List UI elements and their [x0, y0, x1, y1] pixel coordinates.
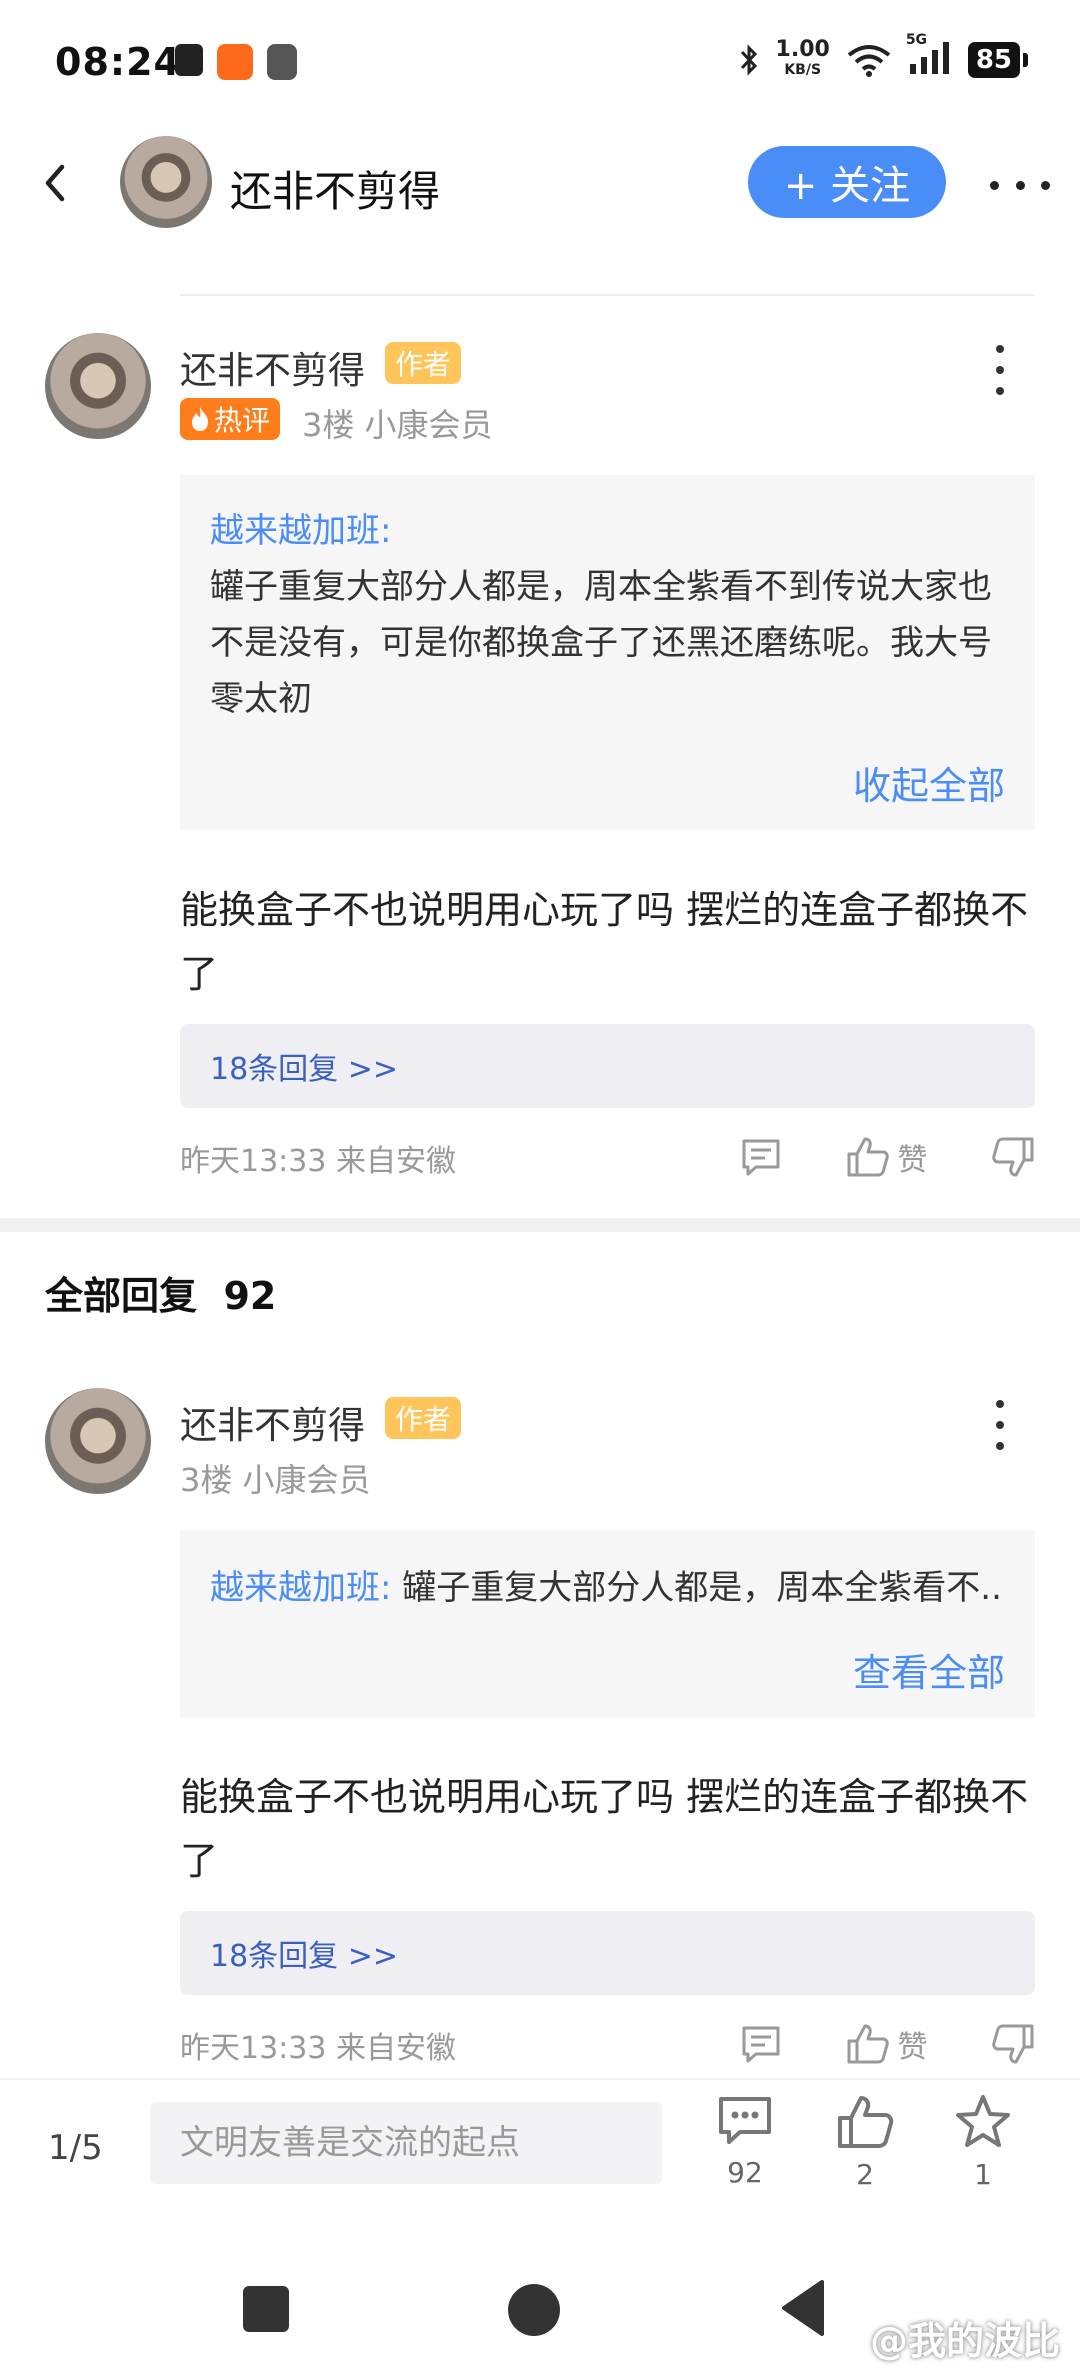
network-type: 5G [905, 32, 928, 48]
like-button[interactable]: 赞 [846, 2022, 928, 2066]
all-replies-count: 92 [223, 1274, 277, 1318]
collapse-all-link[interactable]: 收起全部 [853, 755, 1005, 810]
like-label: 赞 [897, 2030, 928, 2065]
main-comment: 还非不剪得 作者 热评 3楼 小康会员 越来越加班: 罐子重复大部分人都是，周本… [0, 300, 1080, 1218]
comment-actions: 赞 [740, 2019, 1035, 2069]
home-button[interactable] [508, 2284, 560, 2336]
comment-more-icon[interactable] [990, 1400, 1010, 1450]
quoted-comment[interactable]: 越来越加班: 罐子重复大部分人都是，周本全紫看不... 查看全部 [180, 1530, 1035, 1718]
reply-button[interactable] [740, 2024, 782, 2064]
dislike-button[interactable] [991, 1136, 1035, 1178]
battery-indicator: 85 [967, 42, 1029, 78]
comment-icon [742, 2026, 780, 2063]
dislike-button[interactable] [991, 2023, 1035, 2065]
network-speed-value: 1.00 [775, 37, 830, 62]
quoted-user[interactable]: 越来越加班: [210, 1568, 391, 1608]
quoted-user[interactable]: 越来越加班: [210, 503, 1000, 559]
back-triangle-icon[interactable] [778, 2278, 826, 2338]
top-nav-bar: 还非不剪得 + 关注 [0, 130, 1080, 240]
app-notification-icon [267, 44, 297, 80]
like-label: 赞 [897, 1143, 928, 1178]
comment-body: 能换盒子不也说明用心玩了吗 摆烂的连盒子都换不了 [180, 1775, 1029, 1883]
app-notification-icon [175, 44, 203, 76]
comment-actions: 赞 [740, 1132, 1035, 1182]
network-speed: 1.00 KB/S [775, 37, 830, 80]
favorite-button[interactable]: 1 [938, 2094, 1028, 2214]
all-replies-header: 全部回复 92 [45, 1265, 276, 1320]
wifi-icon [847, 45, 891, 77]
status-app-icons [175, 44, 297, 80]
bottom-action-bar: 1/5 92 2 1 [0, 2078, 1080, 2238]
network-speed-unit: KB/S [784, 62, 822, 78]
bluetooth-icon [740, 44, 757, 76]
thumbs-up-icon [847, 2024, 889, 2064]
reply-button[interactable] [740, 1137, 782, 1177]
system-nav-bar: @我的波比 [0, 2238, 1080, 2375]
comment-bubble-icon [719, 2097, 771, 2144]
author-badge: 作者 [385, 1397, 462, 1439]
all-replies-label: 全部回复 [45, 1274, 198, 1318]
avatar[interactable] [45, 1388, 151, 1494]
thumbs-down-icon [992, 2024, 1034, 2064]
quoted-comment[interactable]: 越来越加班: 罐子重复大部分人都是，周本全紫看不到传说大家也不是没有，可是你都换… [180, 475, 1035, 830]
quoted-text: 罐子重复大部分人都是，周本全紫看不到传说大家也不是没有，可是你都换盒子了还黑还磨… [210, 567, 992, 719]
view-replies-link[interactable]: 18条回复 >> [180, 1911, 1035, 1995]
app-notification-icon [217, 44, 253, 80]
like-post-button[interactable]: 2 [820, 2094, 910, 2214]
status-time: 08:24 [55, 40, 181, 84]
avatar[interactable] [45, 333, 151, 439]
cellular-signal: 5G [906, 32, 952, 80]
author-badge: 作者 [385, 342, 462, 384]
back-button[interactable] [30, 158, 80, 208]
comment-author[interactable]: 还非不剪得 [180, 1395, 365, 1449]
quoted-text: 罐子重复大部分人都是，周本全紫看不... [402, 1568, 1000, 1608]
thumbs-up-icon [847, 1137, 889, 1177]
hot-comment-badge: 热评 [180, 398, 281, 440]
recent-apps-button[interactable] [243, 2286, 289, 2332]
follow-button[interactable]: + 关注 [748, 146, 946, 218]
comment-timestamp: 昨天13:33 来自安徽 [180, 2031, 456, 2066]
page-indicator[interactable]: 1/5 [48, 2128, 103, 2168]
comment-more-icon[interactable] [990, 345, 1010, 395]
status-bar: 08:24 1.00 KB/S 5G 85 [0, 0, 1080, 130]
star-icon [956, 2095, 1010, 2147]
comment-icon [742, 1139, 780, 1176]
fire-icon [192, 407, 208, 431]
comments-button[interactable]: 92 [700, 2094, 790, 2214]
view-replies-link[interactable]: 18条回复 >> [180, 1024, 1035, 1108]
hot-comment-label: 热评 [214, 404, 271, 437]
chevron-left-icon [45, 164, 65, 202]
thumbs-down-icon [992, 1137, 1034, 1177]
favorite-count: 1 [974, 2158, 992, 2191]
comment-meta: 3楼 小康会员 [302, 406, 493, 444]
thumbs-up-icon [838, 2096, 894, 2148]
reply-comment: 还非不剪得 作者 3楼 小康会员 越来越加班: 罐子重复大部分人都是，周本全紫看… [0, 1355, 1080, 2075]
like-count: 2 [856, 2158, 874, 2191]
page-title: 还非不剪得 [230, 167, 441, 216]
comment-body: 能换盒子不也说明用心玩了吗 摆烂的连盒子都换不了 [180, 888, 1029, 996]
section-divider [0, 1218, 1080, 1232]
comment-author[interactable]: 还非不剪得 [180, 340, 365, 394]
status-indicators: 1.00 KB/S 5G 85 [738, 32, 1029, 80]
avatar[interactable] [120, 136, 212, 228]
more-options-icon[interactable] [990, 165, 1050, 205]
like-button[interactable]: 赞 [846, 1135, 928, 1179]
watermark: @我的波比 [869, 2319, 1060, 2363]
view-all-link[interactable]: 查看全部 [853, 1642, 1005, 1697]
comment-meta: 3楼 小康会员 [180, 1461, 371, 1499]
comment-timestamp: 昨天13:33 来自安徽 [180, 1144, 456, 1179]
comment-count: 92 [727, 2156, 763, 2189]
comment-input[interactable] [150, 2102, 662, 2184]
